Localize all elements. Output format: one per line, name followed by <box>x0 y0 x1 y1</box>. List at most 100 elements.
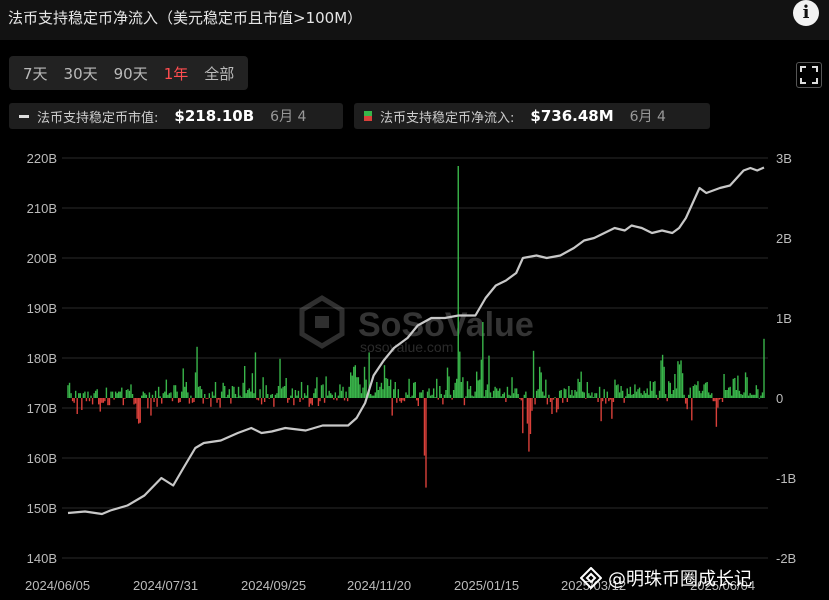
inflow-bar <box>356 377 358 398</box>
inflow-bar <box>440 394 443 398</box>
fullscreen-icon[interactable] <box>796 62 822 88</box>
inflow-bar <box>526 398 529 424</box>
info-icon[interactable]: i <box>793 0 819 26</box>
inflow-bar <box>497 390 499 398</box>
inflow-bar <box>562 398 564 403</box>
inflow-bar <box>345 391 347 398</box>
inflow-bar <box>305 395 307 398</box>
inflow-bar <box>379 386 381 398</box>
inflow-bar <box>675 388 678 398</box>
inflow-bar <box>641 394 644 398</box>
inflow-bar <box>688 394 690 398</box>
inflow-bar <box>560 390 562 398</box>
inflow-bar <box>600 398 602 422</box>
left-tick-label: 200B <box>27 251 57 266</box>
inflow-bar <box>227 394 229 398</box>
inflow-bar <box>428 388 430 398</box>
inflow-bar <box>436 378 438 398</box>
inflow-bar <box>394 382 396 398</box>
inflow-bar <box>388 386 390 398</box>
legend-marketcap-label: 法币支持稳定币市值: <box>37 110 159 126</box>
range-tab-1[interactable]: 30天 <box>56 63 106 84</box>
right-tick-label: 2B <box>776 231 792 246</box>
inflow-bar <box>210 398 212 407</box>
inflow-bar <box>144 393 146 398</box>
inflow-bar <box>694 384 696 398</box>
inflow-bar <box>127 389 129 398</box>
inflow-bar <box>290 395 292 398</box>
inflow-bar <box>545 379 547 398</box>
inflow-bar <box>320 385 323 398</box>
inflow-bar <box>721 398 724 402</box>
inflow-bar <box>760 395 762 398</box>
inflow-bar <box>357 377 360 398</box>
inflow-bar <box>68 382 71 398</box>
inflow-bar <box>632 394 635 398</box>
inflow-bar <box>737 375 739 398</box>
inflow-bar <box>612 398 615 402</box>
inflow-bar <box>502 394 504 398</box>
inflow-bar <box>276 393 278 398</box>
inflow-bar <box>422 390 424 398</box>
inflow-bar <box>726 390 728 398</box>
inflow-bar <box>208 393 211 398</box>
range-tab-4[interactable]: 全部 <box>196 63 242 84</box>
legend-marketcap-date: 6月 4 <box>270 109 307 125</box>
inflow-bar <box>508 394 510 398</box>
inflow-bar <box>287 398 289 403</box>
inflow-bar <box>626 388 628 398</box>
inflow-bar <box>645 393 647 398</box>
inflow-bar <box>181 391 183 398</box>
inflow-bar <box>263 398 266 402</box>
inflow-bar <box>243 366 246 398</box>
inflow-bar <box>282 386 284 398</box>
inflow-bar <box>489 392 492 398</box>
inflow-bar <box>583 392 585 398</box>
inflow-bar <box>167 394 169 398</box>
inflow-bar <box>555 398 558 413</box>
inflow-bar <box>684 398 687 404</box>
inflow-bar <box>194 372 197 398</box>
inflow-bar <box>452 390 455 398</box>
inflow-bar <box>605 398 607 404</box>
inflow-bar <box>531 398 533 411</box>
inflow-bar <box>715 398 718 427</box>
inflow-bar <box>520 398 522 401</box>
inflow-bar <box>594 393 596 398</box>
inflow-bar <box>369 394 372 398</box>
inflow-bar <box>136 398 138 419</box>
x-tick-label: 2024/11/20 <box>347 578 411 593</box>
inflow-bar <box>114 391 117 398</box>
inflow-bar <box>202 398 204 404</box>
inflow-bar <box>419 392 421 398</box>
inflow-bar <box>672 390 675 398</box>
inflow-bar <box>744 372 747 398</box>
inflow-bar <box>463 398 466 406</box>
inflow-bar <box>525 391 527 398</box>
inflow-bar <box>211 391 214 398</box>
inflow-bar <box>400 398 403 403</box>
inflow-bar <box>91 398 94 405</box>
range-tab-3[interactable]: 1年 <box>156 63 197 84</box>
inflow-bar <box>257 398 260 401</box>
inflow-bar <box>678 364 681 398</box>
inflow-bar <box>219 398 221 408</box>
legend-inflow: 法币支持稳定币净流入: $736.48M 6月 4 <box>354 103 710 129</box>
inflow-bar <box>509 395 512 398</box>
inflow-bar <box>711 393 713 398</box>
inflow-bar <box>700 393 702 398</box>
title-bar: 法币支持稳定币净流入（美元稳定币且市值>100M） i <box>0 0 829 40</box>
inflow-bar <box>245 393 247 398</box>
inflow-bar <box>446 367 449 398</box>
inflow-bar <box>628 394 630 398</box>
inflow-bar <box>360 393 363 398</box>
inflow-bar <box>635 391 638 398</box>
inflow-bar <box>408 378 410 398</box>
inflow-bar <box>598 386 601 398</box>
range-tab-2[interactable]: 90天 <box>106 63 156 84</box>
inflow-bar <box>236 397 238 398</box>
left-tick-label: 170B <box>27 401 57 416</box>
range-tab-0[interactable]: 7天 <box>15 63 56 84</box>
inflow-bar <box>374 392 376 398</box>
inflow-bar <box>299 398 301 402</box>
